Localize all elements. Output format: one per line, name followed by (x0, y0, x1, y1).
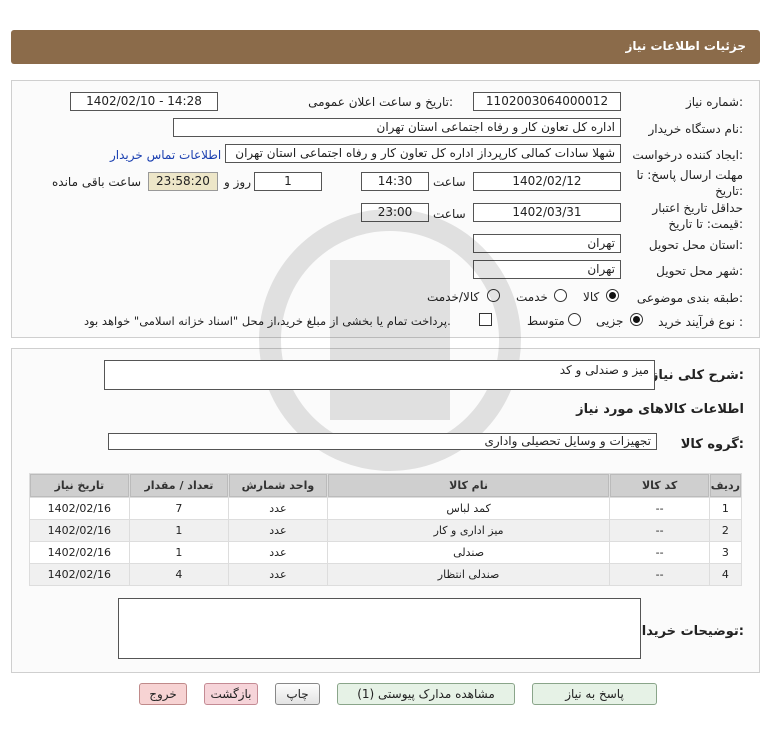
buyer-notes-field[interactable] (118, 598, 641, 659)
validity-date-field[interactable]: 1402/03/31 (473, 203, 621, 222)
col-date-header: تاریخ نیاز (30, 474, 129, 497)
cell-code: -- (610, 564, 709, 585)
days-label: روز و (224, 175, 251, 189)
reply-time-label: ساعت (433, 175, 466, 189)
cell-code: -- (610, 520, 709, 541)
cell-name: میز اداری و کار (327, 520, 610, 541)
table-row[interactable]: 4 -- صندلی انتظار عدد 4 1402/02/16 (30, 564, 741, 585)
buyer-org-field[interactable]: اداره کل تعاون کار و رفاه اجتماعی استان … (173, 118, 621, 137)
cell-row: 3 (709, 542, 741, 563)
table-row[interactable]: 1 -- کمد لباس عدد 7 1402/02/16 (30, 498, 741, 519)
cell-date: 1402/02/16 (30, 520, 129, 541)
process-option-minor: جزیی (596, 314, 624, 328)
print-button[interactable]: چاپ (275, 683, 320, 705)
buyer-org-label: نام دستگاه خریدار: (648, 122, 744, 136)
buyer-notes-label: توضیحات خریدار: (634, 624, 744, 639)
goods-table-header: ردیف کد کالا نام کالا واحد شمارش تعداد /… (30, 474, 741, 497)
treasury-payment-checkbox[interactable] (479, 313, 492, 329)
cell-qty: 4 (129, 564, 229, 585)
cell-qty: 1 (129, 520, 229, 541)
creator-label: ایجاد کننده درخواست: (632, 148, 743, 162)
buyer-contact-link[interactable]: اطلاعات تماس خریدار (110, 148, 221, 162)
creator-field[interactable]: شهلا سادات کمالی کارپرداز اداره کل تعاون… (225, 144, 621, 163)
cell-row: 4 (709, 564, 741, 585)
validity-label: حداقل تاریخ اعتبار (652, 201, 743, 215)
table-row[interactable]: 3 -- صندلی عدد 1 1402/02/16 (30, 542, 741, 563)
days-field[interactable]: 1 (254, 172, 322, 191)
province-field[interactable]: تهران (473, 234, 621, 253)
goods-group-field[interactable]: تجهیزات و وسایل تحصیلی واداری (108, 433, 657, 450)
cell-qty: 1 (129, 542, 229, 563)
category-option-goods: کالا (583, 290, 600, 304)
category-radio-service[interactable] (554, 289, 567, 305)
table-row[interactable]: 2 -- میز اداری و کار عدد 1 1402/02/16 (30, 520, 741, 541)
goods-info-title: اطلاعات کالاهای مورد نیاز (576, 402, 744, 417)
reply-deadline-label-2: تاریخ: (715, 184, 743, 198)
cell-date: 1402/02/16 (30, 564, 129, 585)
province-label: استان محل تحویل: (648, 238, 743, 252)
col-unit-header: واحد شمارش (229, 474, 327, 497)
reply-time-field[interactable]: 14:30 (361, 172, 429, 191)
page-title: جزئیات اطلاعات نیاز (625, 39, 746, 53)
goods-table: ردیف کد کالا نام کالا واحد شمارش تعداد /… (29, 473, 742, 586)
cell-code: -- (610, 498, 709, 519)
validity-time-field[interactable]: 23:00 (361, 203, 429, 222)
need-number-label: شماره نیاز: (685, 95, 743, 109)
summary-label: شرح کلی نیاز: (650, 368, 744, 383)
cell-code: -- (610, 542, 709, 563)
cell-name: کمد لباس (327, 498, 610, 519)
process-option-medium: متوسط (527, 314, 565, 328)
col-name-header: نام کالا (327, 474, 610, 497)
validity-label-2: قیمت: تا تاریخ: (668, 217, 743, 231)
cell-unit: عدد (229, 542, 327, 563)
col-code-header: کد کالا (610, 474, 709, 497)
cell-name: صندلی انتظار (327, 564, 610, 585)
city-field[interactable]: تهران (473, 260, 621, 279)
cell-row: 2 (709, 520, 741, 541)
cell-date: 1402/02/16 (30, 498, 129, 519)
reply-date-field[interactable]: 1402/02/12 (473, 172, 621, 191)
need-number-field[interactable]: 1102003064000012 (473, 92, 621, 111)
cell-row: 1 (709, 498, 741, 519)
cell-unit: عدد (229, 520, 327, 541)
goods-group-label: گروه کالا: (680, 437, 744, 452)
view-attachments-button[interactable]: مشاهده مدارک پیوستی (1) (337, 683, 515, 705)
validity-time-label: ساعت (433, 207, 466, 221)
announce-date-field[interactable]: 1402/02/10 - 14:28 (70, 92, 218, 111)
category-radio-goods[interactable] (606, 289, 619, 305)
page-header: جزئیات اطلاعات نیاز (11, 30, 760, 64)
category-radio-goods-service[interactable] (487, 289, 500, 305)
process-radio-medium[interactable] (568, 313, 581, 329)
remaining-time-label: ساعت باقی مانده (52, 175, 142, 189)
announce-date-label: تاریخ و ساعت اعلان عمومی: (308, 95, 453, 109)
summary-field[interactable]: میز و صندلی و کد (104, 360, 655, 390)
cell-qty: 7 (129, 498, 229, 519)
process-label: نوع فرآیند خرید : (658, 315, 743, 329)
exit-button[interactable]: خروج (139, 683, 187, 705)
col-qty-header: تعداد / مقدار (129, 474, 229, 497)
reply-to-need-button[interactable]: پاسخ به نیاز (532, 683, 657, 705)
cell-date: 1402/02/16 (30, 542, 129, 563)
cell-unit: عدد (229, 564, 327, 585)
treasury-payment-note: پرداخت تمام یا بخشی از مبلغ خرید،از محل … (84, 314, 451, 328)
col-row-header: ردیف (709, 474, 741, 497)
remaining-time-field: 23:58:20 (148, 172, 218, 191)
category-option-goods-service: کالا/خدمت (427, 290, 480, 304)
cell-unit: عدد (229, 498, 327, 519)
cell-name: صندلی (327, 542, 610, 563)
category-label: طبقه بندی موضوعی: (636, 291, 743, 305)
reply-deadline-label: مهلت ارسال پاسخ: تا (636, 168, 743, 182)
back-button[interactable]: بازگشت (204, 683, 258, 705)
city-label: شهر محل تحویل: (656, 264, 743, 278)
category-option-service: خدمت (516, 290, 548, 304)
process-radio-minor[interactable] (630, 313, 643, 329)
